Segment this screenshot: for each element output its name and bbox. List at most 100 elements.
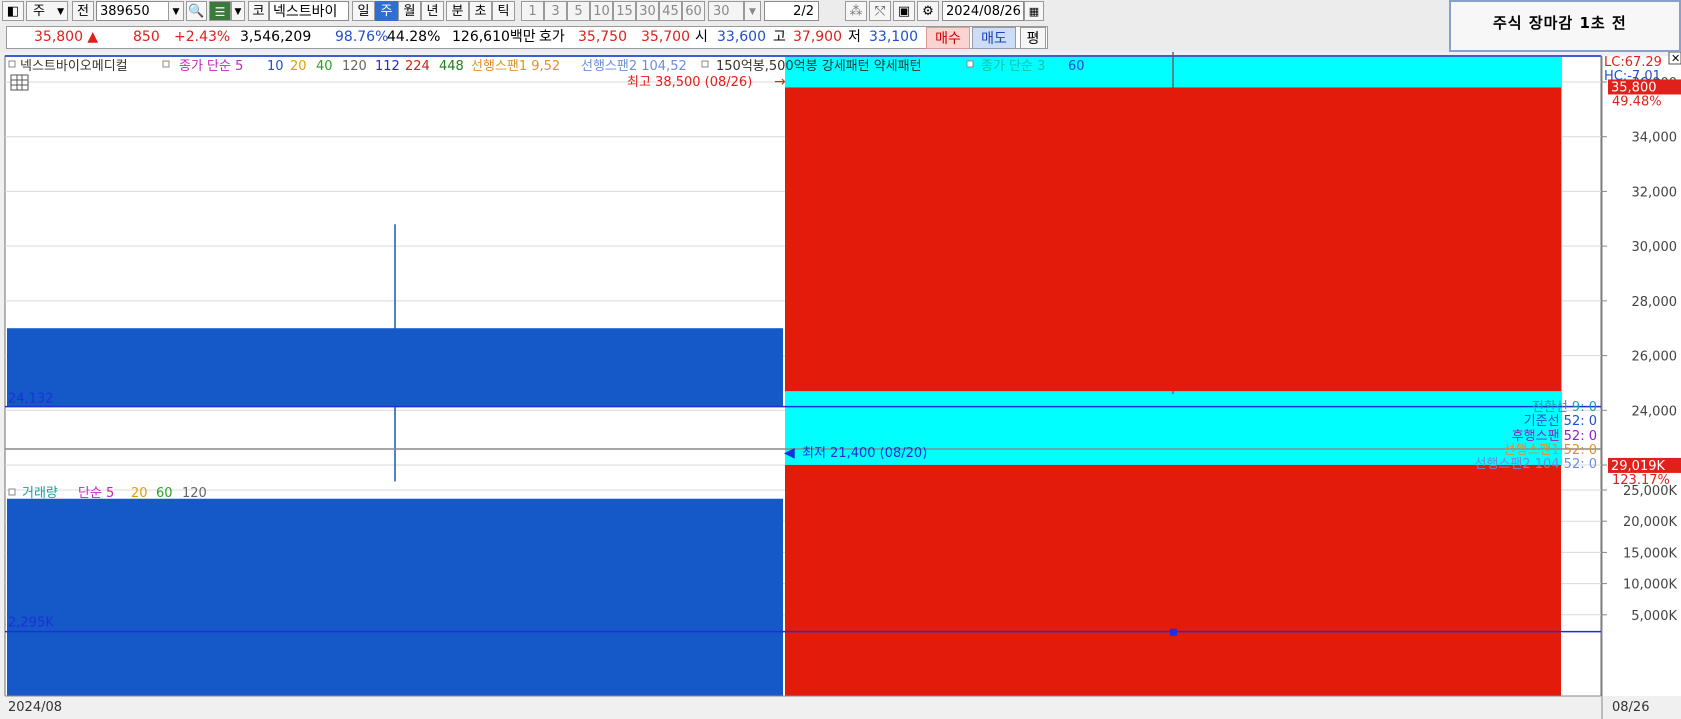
market-select[interactable]: 주 ▼ xyxy=(26,1,68,21)
legend-ma-10: 10 xyxy=(267,59,284,74)
legend-ma-40: 40 xyxy=(316,59,333,74)
volume-legend-name[interactable]: 거래량 xyxy=(22,486,58,501)
y-tick-label: 24,000 xyxy=(1632,404,1678,419)
legend-ma-448: 448 xyxy=(439,59,464,74)
legend-ma2-period: 60 xyxy=(1068,59,1085,74)
candle-body[interactable] xyxy=(7,328,783,407)
ichimoku-lagging: 후행스팬 52: 0 xyxy=(1512,428,1597,444)
legend-box xyxy=(8,488,16,496)
interval-30[interactable]: 30 xyxy=(636,1,659,21)
low-marker-label: 최저 21,400 (08/20) xyxy=(802,446,927,461)
interval-5[interactable]: 5 xyxy=(567,1,590,21)
interval-10[interactable]: 10 xyxy=(590,1,613,21)
period-year[interactable]: 년 xyxy=(421,1,444,21)
ichimoku-base: 기준선 52: 0 xyxy=(1524,414,1597,429)
layout-icon[interactable]: ◧ xyxy=(2,1,24,21)
candle-type-icon[interactable]: ⁂ xyxy=(845,1,867,21)
calendar-icon[interactable]: ▦ xyxy=(1024,1,1044,21)
legend-ma-label[interactable]: 종가 단순 5 xyxy=(179,59,243,74)
volume-value: 3,546,209 xyxy=(240,29,312,45)
volume-legend-60: 60 xyxy=(156,486,173,501)
high-price: 37,900 xyxy=(793,29,842,45)
x-axis xyxy=(0,696,1681,719)
chevron-down-icon: ▼ xyxy=(57,7,64,17)
list-dropdown-icon[interactable]: ▼ xyxy=(231,1,245,21)
period-month[interactable]: 월 xyxy=(398,1,421,21)
low-marker-arrow: ◀ xyxy=(784,445,795,461)
period-day[interactable]: 일 xyxy=(352,1,375,21)
candle-body[interactable] xyxy=(785,87,1561,392)
notice-text: 주식 장마감 1초 전 xyxy=(1493,14,1627,32)
interval-3[interactable]: 3 xyxy=(544,1,567,21)
market-label: 주 xyxy=(33,4,45,19)
interval-select[interactable]: 30 xyxy=(708,1,744,21)
volume-bar[interactable] xyxy=(7,498,783,696)
eval-button[interactable]: 평 xyxy=(1020,27,1046,49)
volume-y-tick-label: 10,000K xyxy=(1623,578,1677,593)
open-label: 시 xyxy=(695,29,708,45)
interval-1[interactable]: 1 xyxy=(521,1,544,21)
legend-pattern: 150억봉,500억봉 강세패턴 약세패턴 xyxy=(716,59,922,74)
volume-y-tick-label: 15,000K xyxy=(1623,546,1677,561)
date-input[interactable]: 2024/08/26 xyxy=(942,1,1024,21)
code-button[interactable]: 코 xyxy=(248,1,269,21)
y-tick-label: 26,000 xyxy=(1632,350,1678,365)
ichimoku-conversion: 전환선 9: 0 xyxy=(1532,400,1597,415)
code-dropdown-icon[interactable]: ▼ xyxy=(168,1,184,21)
turnover-rate: 44.28% xyxy=(387,29,441,45)
close-icon-glyph: ✕ xyxy=(1671,52,1680,65)
price-change: 850 xyxy=(133,29,160,45)
prev-button[interactable]: 전 xyxy=(72,1,94,21)
legend-box xyxy=(966,60,974,68)
legend-span1: 선행스팬1 9,52 xyxy=(471,58,560,74)
interval-45[interactable]: 45 xyxy=(659,1,682,21)
volume-pct: 123.17% xyxy=(1612,473,1670,488)
high-marker-label: 최고 38,500 (08/26) xyxy=(627,75,752,90)
interval-60[interactable]: 60 xyxy=(682,1,705,21)
open-price: 33,600 xyxy=(717,29,766,45)
crosshair-icon[interactable]: ⤲ xyxy=(869,1,891,21)
interval-dropdown-icon[interactable]: ▼ xyxy=(744,1,761,21)
legend-span2: 선행스팬2 104,52 xyxy=(581,58,687,74)
list-icon[interactable]: ☰ xyxy=(209,1,231,21)
ask-price: 35,750 xyxy=(578,29,627,45)
quote-bar: 35,800 ▲ 850 +2.43% 3,546,209 98.76% 44.… xyxy=(0,24,1455,52)
sell-button[interactable]: 매도 xyxy=(972,27,1016,49)
gear-icon[interactable]: ⚙ xyxy=(917,1,939,21)
period-second[interactable]: 초 xyxy=(469,1,492,21)
y-tick-label: 28,000 xyxy=(1632,295,1678,310)
page-indicator: 2/2 xyxy=(764,1,819,21)
volume-bar[interactable] xyxy=(785,464,1561,696)
low-price: 33,100 xyxy=(869,29,918,45)
y-tick-label: 32,000 xyxy=(1632,185,1678,200)
chart-svg[interactable]: 36,00034,00032,00030,00028,00026,00024,0… xyxy=(0,52,1681,719)
legend-box xyxy=(701,60,709,68)
period-tick[interactable]: 틱 xyxy=(492,1,515,21)
legend-ma-20: 20 xyxy=(290,59,307,74)
search-icon[interactable]: 🔍 xyxy=(186,1,207,21)
x-axis-right-label: 08/26 xyxy=(1612,700,1649,715)
legend-ma-112: 112 xyxy=(375,59,400,74)
y-tick-label: 30,000 xyxy=(1632,240,1678,255)
period-minute[interactable]: 분 xyxy=(446,1,469,21)
current-price-tag-text: 35,800 xyxy=(1611,80,1657,95)
volume-marker xyxy=(1170,628,1177,636)
trade-amount: 126,610백만 xyxy=(452,29,536,45)
y-tick-label: 34,000 xyxy=(1632,131,1678,146)
x-axis-left-label: 2024/08 xyxy=(8,700,62,715)
period-week[interactable]: 주 xyxy=(375,1,398,21)
table-icon[interactable] xyxy=(10,74,29,91)
ichimoku-span2: 선행스팬2 104 52: 0 xyxy=(1474,456,1597,472)
legend-ma2-label: 종가 단순 3 xyxy=(981,59,1045,74)
volume-ratio: 98.76% xyxy=(335,29,389,45)
stock-code-input[interactable]: 389650 xyxy=(96,1,170,21)
toolbar-main: ◧ 주 ▼ 전 389650 ▼ 🔍 ☰ ▼ 코 넥스트바이 일 주 월 년 분 … xyxy=(0,0,1455,24)
stock-name-field[interactable]: 넥스트바이 xyxy=(269,1,349,21)
low-label: 저 xyxy=(848,29,861,45)
volume-legend-20: 20 xyxy=(131,486,148,501)
interval-15[interactable]: 15 xyxy=(613,1,636,21)
legend-box xyxy=(8,60,16,68)
buy-button[interactable]: 매수 xyxy=(926,27,970,49)
legend-stock-name[interactable]: 넥스트바이오메디컬 xyxy=(20,59,128,74)
save-icon[interactable]: ▣ xyxy=(893,1,915,21)
